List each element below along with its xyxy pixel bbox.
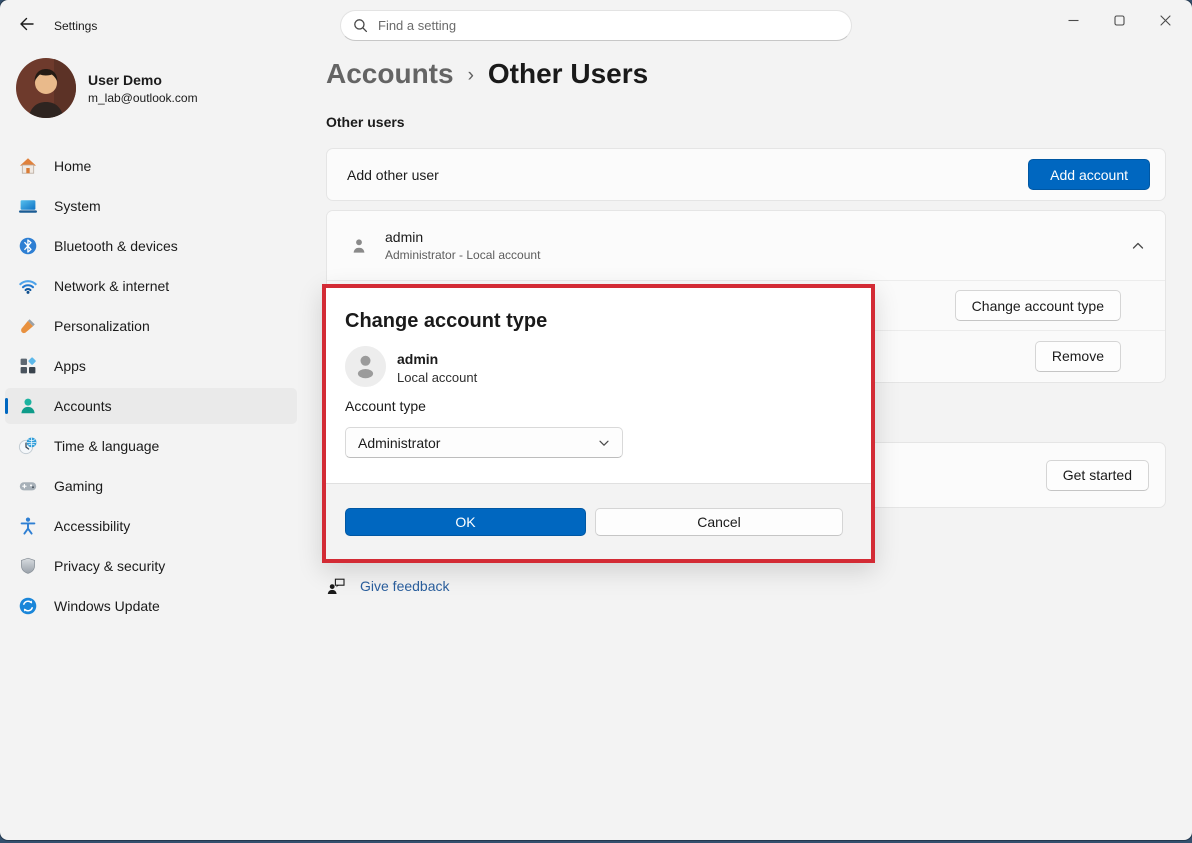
chevron-up-icon[interactable] [1131,239,1145,253]
sidebar-item-system[interactable]: System [5,188,297,224]
close-icon [1160,15,1171,26]
dialog-user-type: Local account [397,370,477,385]
admin-account-row[interactable]: admin Administrator - Local account [327,211,1165,281]
dialog-user-name: admin [397,351,438,367]
sidebar-item-time-language[interactable]: Time & language [5,428,297,464]
window-controls [1050,0,1188,42]
sidebar-item-home[interactable]: Home [5,148,297,184]
selected-indicator [5,398,8,414]
give-feedback[interactable]: Give feedback [326,576,450,596]
admin-account-name: admin [385,229,540,245]
user-profile[interactable]: User Demo m_lab@outlook.com [16,58,296,118]
maximize-icon [1114,15,1125,26]
sidebar-nav: Home System Bluetooth & devices Network … [5,148,297,624]
give-feedback-link[interactable]: Give feedback [360,578,450,594]
chevron-down-icon [598,437,610,449]
add-other-user-label: Add other user [347,167,439,183]
add-other-user-card: Add other user Add account [326,148,1166,201]
profile-email: m_lab@outlook.com [88,91,198,105]
sidebar-item-apps[interactable]: Apps [5,348,297,384]
breadcrumb-accounts[interactable]: Accounts [326,58,454,90]
annotation-highlight-box: Change account type admin Local account … [322,284,875,563]
accessibility-person-icon [18,516,38,536]
sidebar-item-personalization[interactable]: Personalization [5,308,297,344]
desktop-background: Settings [0,0,1192,843]
sidebar-item-label: Apps [54,358,86,374]
search-icon [353,18,368,33]
sidebar-item-label: Accounts [54,398,112,414]
network-wifi-icon [18,276,38,296]
profile-text: User Demo m_lab@outlook.com [88,72,198,105]
sidebar-item-label: Time & language [54,438,159,454]
sidebar-item-label: Home [54,158,91,174]
sidebar-item-gaming[interactable]: Gaming [5,468,297,504]
bluetooth-icon [18,236,38,256]
minimize-button[interactable] [1050,0,1096,40]
breadcrumb-separator-icon: › [468,61,474,87]
account-type-dropdown-value: Administrator [358,435,440,451]
close-button[interactable] [1142,0,1188,40]
change-account-type-button[interactable]: Change account type [955,290,1121,321]
accounts-icon [18,396,38,416]
account-type-label: Account type [345,398,426,414]
sidebar-item-bluetooth-devices[interactable]: Bluetooth & devices [5,228,297,264]
gaming-controller-icon [18,476,38,496]
sidebar-item-label: Privacy & security [54,558,165,574]
user-silhouette-icon [349,236,369,256]
sidebar-item-network-internet[interactable]: Network & internet [5,268,297,304]
minimize-icon [1068,15,1079,26]
privacy-shield-icon [18,556,38,576]
remove-account-button[interactable]: Remove [1035,341,1121,372]
search-box[interactable] [340,10,852,41]
user-avatar [16,58,76,118]
sidebar-item-label: Windows Update [54,598,160,614]
maximize-button[interactable] [1096,0,1142,40]
page-title: Other Users [488,58,648,90]
feedback-person-chat-icon [326,576,346,596]
admin-account-text: admin Administrator - Local account [385,229,540,262]
home-icon [18,156,38,176]
sidebar-item-accessibility[interactable]: Accessibility [5,508,297,544]
account-type-dropdown[interactable]: Administrator [345,427,623,458]
sidebar-item-label: Personalization [54,318,150,334]
admin-account-description: Administrator - Local account [385,248,540,262]
sidebar-item-label: Network & internet [54,278,169,294]
ok-button[interactable]: OK [345,508,586,536]
apps-icon [18,356,38,376]
sidebar-item-windows-update[interactable]: Windows Update [5,588,297,624]
other-users-section-label: Other users [326,114,405,130]
settings-window: Settings [0,0,1192,840]
sidebar-item-label: Accessibility [54,518,130,534]
personalization-brush-icon [18,316,38,336]
system-icon [18,196,38,216]
sidebar-item-label: Gaming [54,478,103,494]
sidebar-item-label: System [54,198,101,214]
add-account-button[interactable]: Add account [1028,159,1150,190]
breadcrumb: Accounts › Other Users [326,58,648,90]
profile-name: User Demo [88,72,198,88]
get-started-button[interactable]: Get started [1046,460,1149,491]
app-title: Settings [54,19,97,33]
dialog-title: Change account type [345,310,547,333]
sidebar-item-label: Bluetooth & devices [54,238,178,254]
cancel-button[interactable]: Cancel [595,508,843,536]
sidebar-item-accounts[interactable]: Accounts [5,388,297,424]
change-account-type-dialog: Change account type admin Local account … [326,288,871,559]
dialog-footer: OK Cancel [326,483,871,559]
back-button[interactable] [12,12,40,38]
time-language-icon [18,436,38,456]
sidebar-item-privacy-security[interactable]: Privacy & security [5,548,297,584]
back-arrow-icon [18,16,34,35]
dialog-user-avatar [345,346,386,387]
windows-update-icon [18,596,38,616]
search-input[interactable] [378,18,839,33]
